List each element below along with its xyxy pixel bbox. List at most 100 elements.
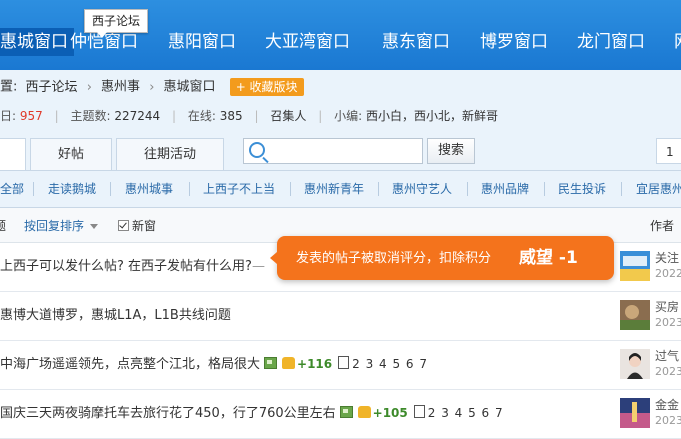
divider xyxy=(189,182,190,196)
toast-message: 发表的帖子被取消评分，扣除积分 xyxy=(296,251,492,266)
chevron-right-icon: › xyxy=(149,79,155,95)
category-chengshi[interactable]: 惠州城事 xyxy=(125,181,173,197)
author-name[interactable]: 买房 xyxy=(655,299,681,315)
avatar-image xyxy=(620,398,650,428)
tab-past-events-label: 往期活动 xyxy=(143,147,196,162)
nav-item-huidong[interactable]: 惠东窗口 xyxy=(382,28,450,56)
sort-label: 按回复排序 xyxy=(24,219,85,233)
divider xyxy=(290,182,291,196)
board-stats: 日: 957 | 主题数: 227244 | 在线: 385 | 召集人 | 小… xyxy=(0,108,498,124)
avatar[interactable] xyxy=(620,251,650,281)
avatar[interactable] xyxy=(620,349,650,379)
tab-good-posts-label: 好帖 xyxy=(57,147,84,162)
breadcrumb-item-huizhoushi[interactable]: 惠州事 xyxy=(101,80,140,95)
avatar[interactable] xyxy=(620,398,650,428)
avatar-image xyxy=(620,251,650,281)
thread-author: 买房 2023 xyxy=(655,299,681,331)
category-shouyiren[interactable]: 惠州守艺人 xyxy=(392,181,452,197)
divider: | xyxy=(254,109,259,123)
new-window-checkbox[interactable]: 新窗 xyxy=(118,218,156,234)
nav-item-boluo[interactable]: 博罗窗口 xyxy=(480,28,548,56)
search-icon xyxy=(249,142,265,158)
thread-author: 过气 2023 xyxy=(655,348,681,380)
category-bushangdang[interactable]: 上西子不上当 xyxy=(203,181,275,197)
divider xyxy=(467,182,468,196)
divider xyxy=(378,182,379,196)
today-label: 日: xyxy=(0,109,17,123)
tab-all-threads[interactable] xyxy=(0,138,26,172)
list-header-title: 题 xyxy=(0,219,7,233)
thread-title[interactable]: 惠博大道博罗，惠城L1A，L1B共线问题 xyxy=(0,307,231,324)
page-number[interactable]: 1 xyxy=(656,138,681,164)
author-name[interactable]: 金金 xyxy=(655,397,681,413)
editors-list[interactable]: 西小白，西小北，新鲜哥 xyxy=(366,109,498,123)
tab-good-posts[interactable]: 好帖 xyxy=(30,138,112,171)
category-strip: 全部 走读鹅城 惠州城事 上西子不上当 惠州新青年 惠州守艺人 惠州品牌 民生投… xyxy=(0,170,681,208)
breadcrumb-item-xizi[interactable]: 西子论坛 xyxy=(26,80,78,95)
category-pinpai[interactable]: 惠州品牌 xyxy=(481,181,529,197)
nav-item-huiyang[interactable]: 惠阳窗口 xyxy=(168,28,236,56)
topics-label: 主题数: xyxy=(70,109,111,123)
editors-label: 小编: xyxy=(334,109,363,123)
category-tousu[interactable]: 民生投诉 xyxy=(558,181,606,197)
post-year: 2023 xyxy=(655,414,681,427)
breadcrumb: 置: 西子论坛 › 惠州事 › 惠城窗口 + 收藏版块 xyxy=(0,78,304,96)
search-input[interactable] xyxy=(243,138,423,164)
category-all[interactable]: 全部 xyxy=(0,181,24,197)
tooltip-text: 西子论坛 xyxy=(92,14,141,28)
new-window-label: 新窗 xyxy=(132,219,157,233)
nav-item-more[interactable]: 网 xyxy=(674,28,681,56)
nav-item-longmen[interactable]: 龙门窗口 xyxy=(577,28,645,56)
chevron-right-icon: › xyxy=(86,79,92,95)
divider xyxy=(33,182,34,196)
page-icon xyxy=(413,405,425,418)
checkbox-icon xyxy=(118,220,129,231)
thread-pages[interactable]: 2 3 4 5 6 7 xyxy=(352,357,428,371)
toast-penalty: 威望 -1 xyxy=(519,248,578,268)
online-count: 385 xyxy=(219,109,243,123)
thread-pages[interactable]: 2 3 4 5 6 7 xyxy=(428,406,504,420)
thumbs-up-icon xyxy=(357,406,371,418)
search-button[interactable]: 搜索 xyxy=(427,138,475,164)
thread-title-text: 中海广场遥遥领先，点亮整个江北，格局很大 xyxy=(0,357,261,372)
toast-pointer xyxy=(270,252,277,264)
divider xyxy=(544,182,545,196)
avatar-image xyxy=(620,349,650,379)
penalty-toast: 发表的帖子被取消评分，扣除积分 威望 -1 xyxy=(270,236,614,280)
category-xinqingnian[interactable]: 惠州新青年 xyxy=(304,181,364,197)
sort-dropdown[interactable]: 按回复排序 xyxy=(24,218,99,234)
post-year: 2023 xyxy=(655,365,681,378)
online-label: 在线: xyxy=(187,109,216,123)
thread-title[interactable]: 国庆三天两夜骑摩托车去旅行花了450，行了760公里左右 +105 2 3 4 5 … xyxy=(0,405,504,422)
table-row[interactable]: 中海广场遥遥领先，点亮整个江北，格局很大 +116 2 3 4 5 6 7 过气 2… xyxy=(0,341,681,390)
post-year: 2023 xyxy=(655,316,681,329)
divider: | xyxy=(318,109,323,123)
thread-title[interactable]: 上西子可以发什么帖? 在西子发帖有什么用?— xyxy=(0,258,265,275)
today-count: 957 xyxy=(19,109,43,123)
divider xyxy=(110,182,111,196)
page-icon xyxy=(338,356,350,369)
nav-tooltip: 西子论坛 xyxy=(84,9,149,38)
heat-score: +105 xyxy=(372,406,408,420)
category-yiju[interactable]: 宜居惠州 xyxy=(636,181,681,197)
thread-title-text: 国庆三天两夜骑摩托车去旅行花了450，行了760公里左右 xyxy=(0,406,336,421)
author-name[interactable]: 关注 xyxy=(655,250,681,266)
category-zoudu[interactable]: 走读鹅城 xyxy=(48,181,96,197)
thread-author: 金金 2023 xyxy=(655,397,681,429)
thread-title-text: 上西子可以发什么帖? 在西子发帖有什么用? xyxy=(0,259,252,274)
thread-author: 关注 2022 xyxy=(655,250,681,282)
table-row[interactable]: 国庆三天两夜骑摩托车去旅行花了450，行了760公里左右 +105 2 3 4 5 … xyxy=(0,390,681,439)
favorite-board-button[interactable]: + 收藏版块 xyxy=(229,78,304,96)
table-row[interactable]: 惠博大道博罗，惠城L1A，L1B共线问题 买房 2023 xyxy=(0,292,681,341)
nav-item-huicheng[interactable]: 惠城窗口 xyxy=(0,28,74,56)
avatar-image xyxy=(620,300,650,330)
breadcrumb-item-huicheng[interactable]: 惠城窗口 xyxy=(164,80,216,95)
convener-link[interactable]: 召集人 xyxy=(270,109,306,123)
avatar[interactable] xyxy=(620,300,650,330)
tab-past-events[interactable]: 往期活动 xyxy=(116,138,224,171)
thread-title[interactable]: 中海广场遥遥领先，点亮整个江北，格局很大 +116 2 3 4 5 6 7 xyxy=(0,356,428,373)
nav-item-dayawan[interactable]: 大亚湾窗口 xyxy=(265,28,350,56)
author-name[interactable]: 过气 xyxy=(655,348,681,364)
image-icon xyxy=(264,357,278,369)
divider xyxy=(621,182,622,196)
